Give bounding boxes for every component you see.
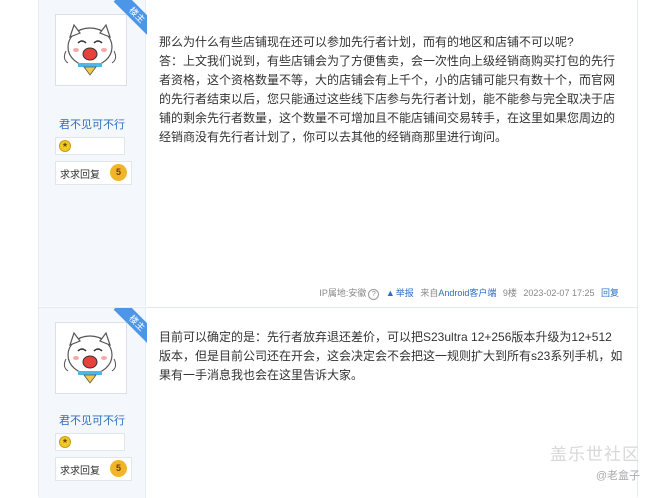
reply-link[interactable]: 回复 xyxy=(601,288,619,298)
level-badge: ★ xyxy=(55,433,125,451)
beg-reply-label: 求求回复 xyxy=(60,466,100,477)
client-link[interactable]: Android客户端 xyxy=(438,288,496,298)
thread-container: 君不见可不行 ★ 求求回复 5 楼主 那么为什么有些店铺现在还可以参加先行者计划… xyxy=(38,0,638,498)
post-paragraph: 答：上文我们说到，有些店铺会为了方便售卖，会一次性向上级经销商购买打包的先行者资… xyxy=(159,54,616,144)
post: 君不见可不行 ★ 求求回复 5 楼主 那么为什么有些店铺现在还可以参加先行者计划… xyxy=(39,0,637,306)
beg-reply-badge: 求求回复 5 xyxy=(55,161,132,185)
beg-reply-label: 求求回复 xyxy=(60,170,100,181)
beg-reply-badge: 求求回复 5 xyxy=(55,457,132,481)
watermark: 盖乐世社区 @老盒子 xyxy=(550,440,640,483)
report-link[interactable]: 举报 xyxy=(396,288,414,298)
help-icon[interactable]: ? xyxy=(368,289,380,300)
level-badge: ★ xyxy=(55,137,125,155)
post: 君不见可不行 ★ 求求回复 5 楼主 目前可以确定的是：先行者放弃退还差价，可以… xyxy=(39,307,637,498)
client-prefix: 来自 xyxy=(420,288,439,298)
post-content: 那么为什么有些店铺现在还可以参加先行者计划，而有的地区和店铺不可以呢? 答：上文… xyxy=(159,33,623,147)
username[interactable]: 君不见可不行 xyxy=(39,412,145,428)
watermark-author: @老盒子 xyxy=(595,470,640,482)
post-footer: IP属地:安徽? ▲举报 来自Android客户端 9楼 2023-02-07 … xyxy=(315,286,619,300)
host-badge: 楼主 xyxy=(105,0,147,42)
watermark-title: 盖乐世社区 xyxy=(550,445,640,464)
post-author-sidebar: 君不见可不行 ★ 求求回复 5 xyxy=(39,0,146,306)
report-icon: ▲ xyxy=(385,288,395,298)
username[interactable]: 君不见可不行 xyxy=(39,116,145,132)
level-medal-icon: ★ xyxy=(59,436,71,448)
host-badge-label: 楼主 xyxy=(113,0,147,39)
level-medal-icon: ★ xyxy=(59,140,71,152)
host-badge-label: 楼主 xyxy=(113,308,147,347)
beg-reply-count: 5 xyxy=(110,164,127,181)
beg-reply-count: 5 xyxy=(110,460,127,477)
post-paragraph: 目前可以确定的是：先行者放弃退还差价，可以把S23ultra 12+256版本升… xyxy=(159,330,623,382)
ip-location: IP属地:安徽 xyxy=(319,288,367,298)
host-badge: 楼主 xyxy=(105,308,147,350)
post-paragraph: 那么为什么有些店铺现在还可以参加先行者计划，而有的地区和店铺不可以呢? xyxy=(159,35,574,49)
floor-number: 9楼 xyxy=(502,288,517,298)
post-time: 2023-02-07 17:25 xyxy=(523,288,595,298)
post-content: 目前可以确定的是：先行者放弃退还差价，可以把S23ultra 12+256版本升… xyxy=(159,328,623,385)
